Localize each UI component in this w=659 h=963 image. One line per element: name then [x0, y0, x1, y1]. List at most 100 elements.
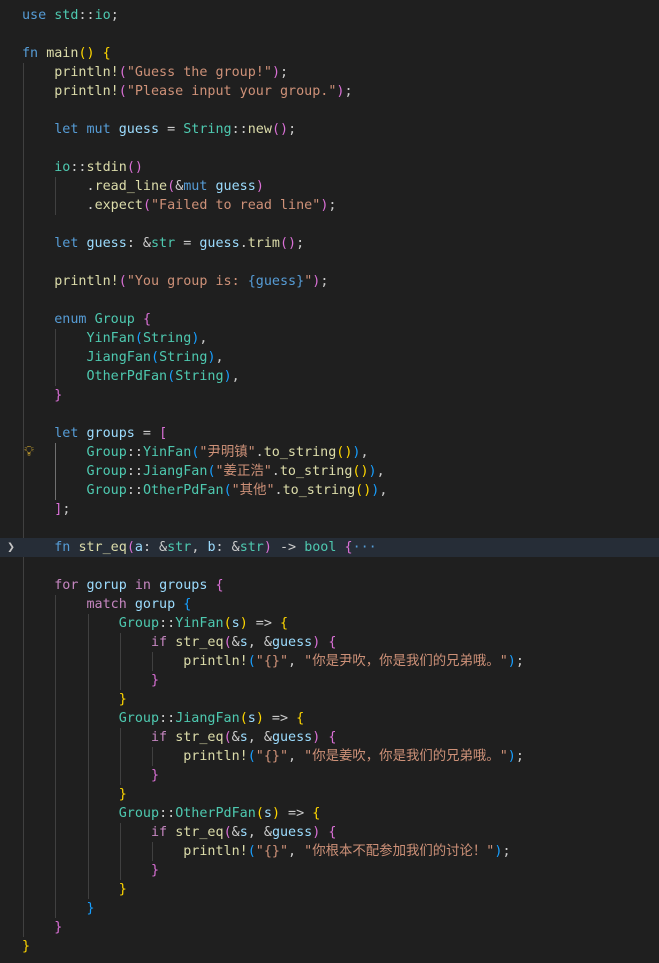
code-token: :: [159, 711, 176, 726]
code-token: if [22, 635, 176, 650]
code-token: "{}" [255, 749, 289, 764]
code-token: , & [247, 730, 272, 745]
code-text: let groups = [ [22, 424, 167, 443]
code-line: } [0, 690, 659, 709]
code-token: to_string [279, 464, 353, 479]
code-text: Group::JiangFan("姜正浩".to_string()), [22, 462, 385, 481]
code-line: .read_line(&mut guess) [0, 177, 659, 196]
code-token: ( [223, 635, 232, 650]
code-token: str [239, 540, 264, 555]
code-token: } [22, 939, 31, 954]
code-line: println!("Guess the group!"); [0, 63, 659, 82]
code-token: String [183, 122, 232, 137]
code-text: if str_eq(&s, &guess) { [22, 633, 336, 652]
code-token: } [22, 901, 95, 916]
code-token: JiangFan [175, 711, 240, 726]
code-token: OtherPdFan [142, 483, 224, 498]
code-line: enum Group { [0, 310, 659, 329]
code-token: mut [183, 179, 216, 194]
code-line: match gorup { [0, 595, 659, 614]
code-token: ) [263, 540, 272, 555]
code-token: = [159, 122, 184, 137]
code-line: for gorup in groups { [0, 576, 659, 595]
code-text: enum Group { [22, 310, 151, 329]
code-token: ; [288, 122, 297, 137]
code-text: Group::YinFan(s) => { [22, 614, 288, 633]
code-token: guess [86, 236, 127, 251]
code-token: str [167, 540, 192, 555]
code-token: ( [142, 198, 151, 213]
code-token: = [134, 426, 160, 441]
code-text: println!("{}", "你是姜吹，你是我们的兄弟哦。"); [22, 747, 524, 766]
code-token: if [22, 825, 176, 840]
code-text: for gorup in groups { [22, 576, 223, 595]
code-token: guess [271, 730, 313, 745]
code-line: ]; [0, 500, 659, 519]
code-line: YinFan(String), [0, 329, 659, 348]
code-token: :: [126, 483, 143, 498]
code-token: str_eq [175, 825, 224, 840]
code-token: ) [507, 654, 516, 669]
code-token: main [46, 46, 79, 61]
code-line: } [0, 918, 659, 937]
code-text: Group::OtherPdFan("其他".to_string()), [22, 481, 387, 500]
code-token: ) [255, 711, 264, 726]
code-token: => [263, 711, 297, 726]
code-token: ; [515, 749, 524, 764]
code-token: "Guess the group!" [126, 65, 272, 80]
code-editor[interactable]: use std::io; fn main() { println!("Guess … [0, 0, 659, 963]
code-line: Group::OtherPdFan("其他".to_string()), [0, 481, 659, 500]
lightbulb-icon[interactable]: 💡︎ [22, 443, 36, 462]
code-token: io [22, 160, 71, 175]
code-token: Group [22, 711, 160, 726]
code-token: "你是姜吹，你是我们的兄弟哦。" [304, 749, 508, 764]
code-token: : & [142, 540, 168, 555]
code-token: ( [126, 540, 135, 555]
code-token: , [191, 540, 208, 555]
code-token: ; [62, 502, 71, 517]
code-token: ) [207, 350, 216, 365]
code-token: str_eq [175, 635, 224, 650]
code-token: () [336, 445, 353, 460]
code-token: fn [22, 540, 79, 555]
code-token: println! [22, 749, 248, 764]
code-token: ( [255, 806, 264, 821]
code-token: ; [328, 198, 337, 213]
code-text: Group::OtherPdFan(s) => { [22, 804, 321, 823]
code-token: let [22, 236, 87, 251]
code-token: str_eq [175, 730, 224, 745]
code-line: Group::OtherPdFan(s) => { [0, 804, 659, 823]
code-token: JiangFan [22, 350, 151, 365]
code-token: std [54, 8, 79, 23]
code-token: read_line [94, 179, 168, 194]
code-token: :: [126, 464, 143, 479]
code-token: , [215, 350, 224, 365]
chevron-right-icon[interactable]: ❯ [4, 538, 18, 557]
code-token: guess [215, 179, 256, 194]
code-token: , [231, 369, 240, 384]
code-token: ; [280, 65, 289, 80]
code-line: let groups = [ [0, 424, 659, 443]
code-token: String [175, 369, 224, 384]
code-token: , [376, 464, 385, 479]
code-token: } [22, 920, 63, 935]
code-line: Group::YinFan("尹明镇".to_string()), [0, 443, 659, 462]
code-token: , & [247, 635, 272, 650]
code-token: OtherPdFan [22, 369, 168, 384]
code-line: Group::JiangFan(s) => { [0, 709, 659, 728]
code-line: Group::JiangFan("姜正浩".to_string()), [0, 462, 659, 481]
code-line: println!("Please input your group."); [0, 82, 659, 101]
code-line: Group::YinFan(s) => { [0, 614, 659, 633]
code-token: ( [247, 654, 256, 669]
code-token: & [231, 730, 240, 745]
code-token: gorup [86, 578, 127, 593]
code-token: s [239, 635, 248, 650]
code-token: } [22, 673, 160, 688]
code-token: ( [247, 749, 256, 764]
code-text: OtherPdFan(String), [22, 367, 240, 386]
code-text: } [22, 671, 159, 690]
code-token: Group [22, 616, 160, 631]
